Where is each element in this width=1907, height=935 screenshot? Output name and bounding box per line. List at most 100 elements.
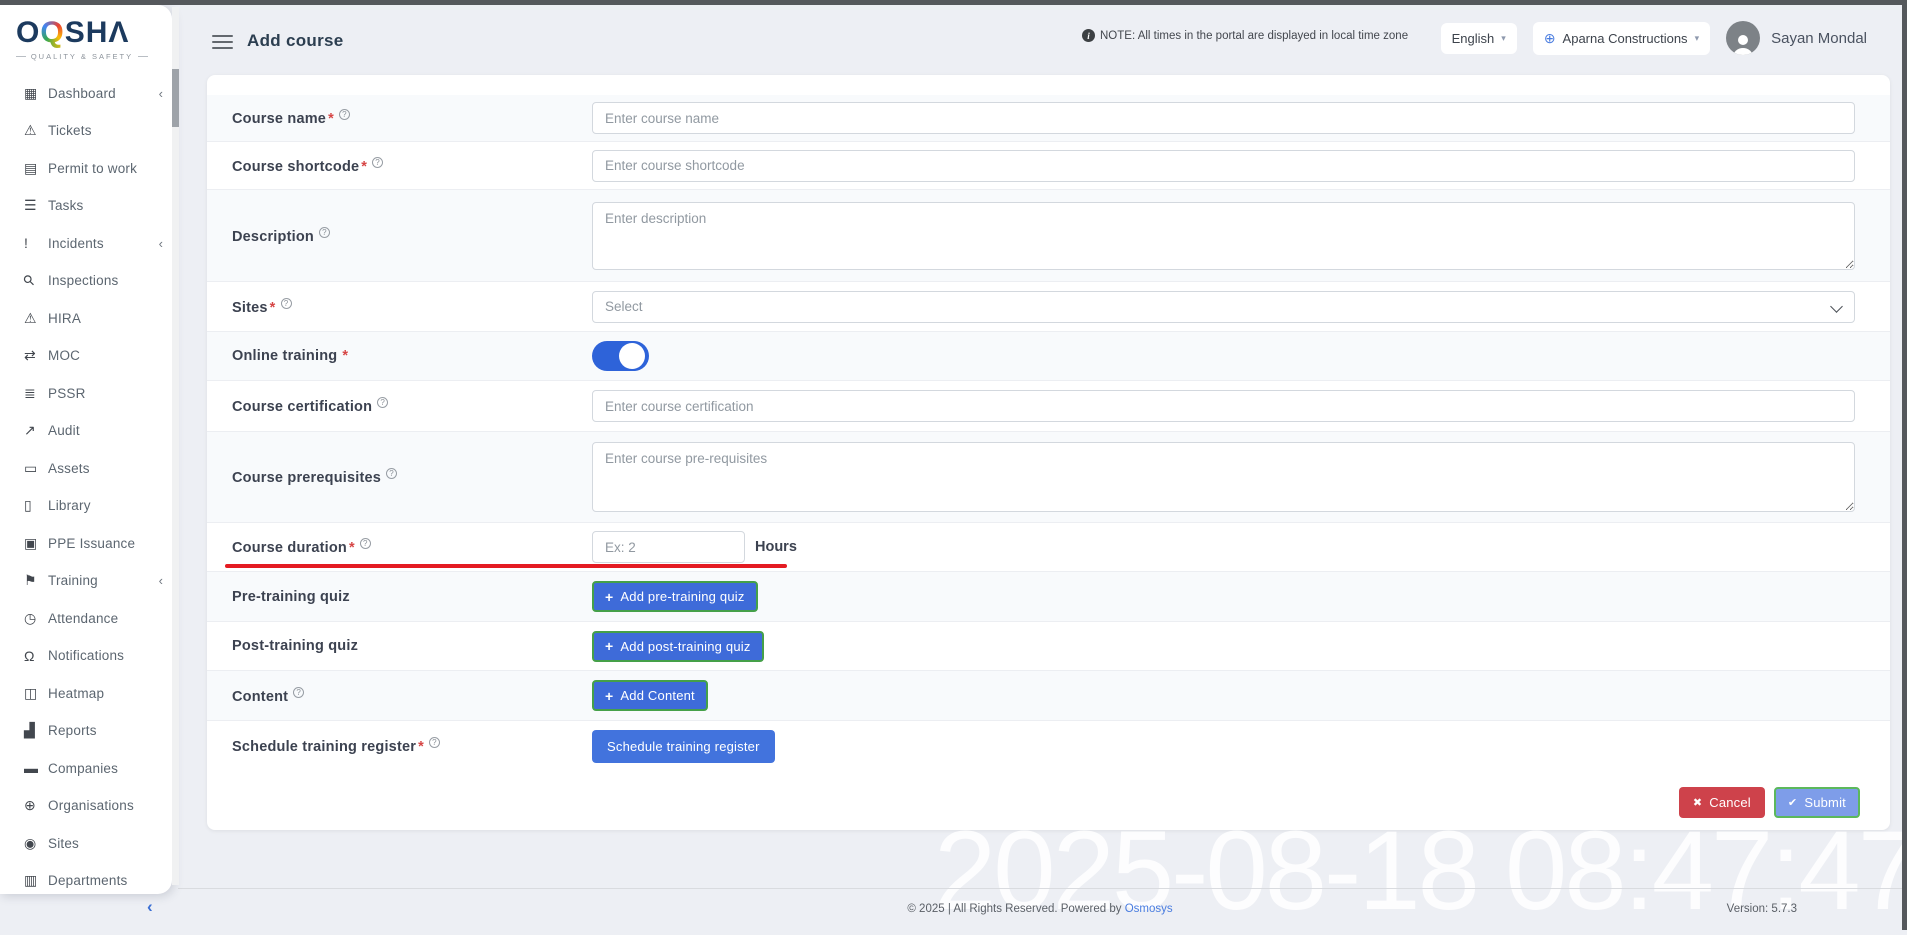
sites-select-value[interactable] (592, 291, 1855, 323)
sidebar-item[interactable]: ▬ Companies (0, 750, 172, 788)
help-icon[interactable]: ? (377, 397, 388, 408)
sidebar-item[interactable]: ◷ Attendance (0, 600, 172, 638)
sidebar-item-label: Organisations (48, 798, 134, 813)
sidebar-item-icon: ⚲ (24, 272, 48, 289)
course-duration-input[interactable] (592, 531, 745, 563)
sidebar-item[interactable]: ◫ Heatmap (0, 675, 172, 713)
organisation-dropdown[interactable]: ⊕ Aparna Constructions ▾ (1533, 22, 1710, 55)
version-label: Version: 5.7.3 (1727, 903, 1797, 915)
field-label: Course name*? (232, 109, 592, 127)
sidebar-item-label: Dashboard (48, 86, 116, 101)
help-icon[interactable]: ? (429, 737, 440, 748)
add-pre-training-quiz-button[interactable]: +Add pre-training quiz (592, 581, 758, 612)
form-row-course-shortcode: Course shortcode*? (207, 142, 1890, 190)
help-icon[interactable]: ? (339, 109, 350, 120)
sidebar-item[interactable]: ⚑ Training ‹ (0, 562, 172, 600)
sidebar-item-icon: ▟ (24, 722, 48, 739)
sidebar-item-icon: Ω (24, 648, 48, 664)
required-asterisk: * (270, 300, 276, 316)
form-row-pre-training-quiz: Pre-training quiz +Add pre-training quiz (207, 572, 1890, 622)
sidebar-item[interactable]: ⇄ MOC (0, 337, 172, 375)
sidebar-item-icon: ▯ (24, 497, 48, 514)
top-border-strip (0, 0, 1907, 5)
sidebar-item[interactable]: ≣ PSSR (0, 375, 172, 413)
sidebar-item-icon: ▤ (24, 160, 48, 177)
course-certification-input[interactable] (592, 390, 1855, 422)
form-row-course-name: Course name*? (207, 95, 1890, 142)
cancel-button[interactable]: ✖Cancel (1679, 787, 1765, 818)
language-dropdown[interactable]: English ▾ (1441, 23, 1517, 54)
sidebar-item[interactable]: ◉ Sites (0, 825, 172, 863)
globe-icon: ⊕ (1544, 30, 1556, 47)
online-training-toggle[interactable] (592, 341, 649, 371)
field-label: Content? (232, 687, 592, 705)
sidebar-item[interactable]: ▯ Library (0, 487, 172, 525)
sidebar-scrollbar-track[interactable] (172, 7, 179, 885)
sidebar-scrollbar-thumb[interactable] (172, 69, 179, 127)
hamburger-menu-icon[interactable] (212, 31, 233, 53)
sidebar-item[interactable]: ⚠ Tickets (0, 112, 172, 150)
field-label: Pre-training quiz (232, 589, 592, 605)
sidebar-item-icon: ↗ (24, 422, 48, 439)
sidebar-item[interactable]: Ω Notifications (0, 637, 172, 675)
info-icon: i (1082, 29, 1095, 42)
sidebar-item-icon: ☰ (24, 197, 48, 214)
form-row-post-training-quiz: Post-training quiz +Add post-training qu… (207, 622, 1890, 671)
field-label: Description? (232, 227, 592, 245)
submit-button[interactable]: ✔Submit (1774, 787, 1860, 818)
field-label: Online training* (232, 348, 592, 364)
course-prerequisites-textarea[interactable] (592, 442, 1855, 512)
sidebar-item-label: Library (48, 498, 91, 513)
form-row-sites: Sites*? (207, 282, 1890, 332)
description-textarea[interactable] (592, 202, 1855, 270)
sidebar-item-icon: ◫ (24, 685, 48, 702)
osmosys-link[interactable]: Osmosys (1125, 903, 1173, 915)
sidebar-item[interactable]: ☰ Tasks (0, 187, 172, 225)
sidebar-item-label: Audit (48, 423, 80, 438)
footer-copyright: © 2025 | All Rights Reserved. Powered by… (178, 903, 1902, 915)
sidebar-item[interactable]: ⊕ Organisations (0, 787, 172, 825)
sidebar-item[interactable]: ▣ PPE Issuance (0, 525, 172, 563)
field-label: Schedule training register*? (232, 737, 592, 755)
sidebar-item[interactable]: ▥ Departments (0, 862, 172, 900)
course-shortcode-input[interactable] (592, 150, 1855, 182)
add-course-form-card: Course name*? Course shortcode*? Descrip… (207, 75, 1890, 830)
form-row-course-duration: Course duration*? Hours (207, 523, 1890, 572)
sidebar-item[interactable]: ⚲ Inspections (0, 262, 172, 300)
sidebar-item[interactable]: ▟ Reports (0, 712, 172, 750)
sidebar-item-label: PSSR (48, 386, 86, 401)
help-icon[interactable]: ? (386, 468, 397, 479)
form-row-content: Content? +Add Content (207, 671, 1890, 721)
sidebar-item[interactable]: ▭ Assets (0, 450, 172, 488)
logo-text: OQSHΛ (16, 17, 172, 49)
help-icon[interactable]: ? (360, 538, 371, 549)
sidebar-item[interactable]: ↗ Audit (0, 412, 172, 450)
add-content-button[interactable]: +Add Content (592, 680, 708, 711)
sidebar-item[interactable]: ! Incidents ‹ (0, 225, 172, 263)
help-icon[interactable]: ? (281, 298, 292, 309)
help-icon[interactable]: ? (319, 227, 330, 238)
chevron-left-icon: ‹ (159, 86, 163, 101)
sidebar-item[interactable]: ⚠ HIRA (0, 300, 172, 338)
form-row-online-training: Online training* (207, 332, 1890, 381)
field-label: Course certification? (232, 397, 592, 415)
sidebar-item-label: Companies (48, 761, 118, 776)
sidebar-item[interactable]: ▤ Permit to work (0, 150, 172, 188)
sidebar-item-icon: ⇄ (24, 347, 48, 364)
schedule-training-register-button[interactable]: Schedule training register (592, 730, 775, 763)
sidebar-item[interactable]: ▦ Dashboard ‹ (0, 75, 172, 113)
help-icon[interactable]: ? (372, 157, 383, 168)
add-post-training-quiz-button[interactable]: +Add post-training quiz (592, 631, 764, 662)
sidebar-item-label: Departments (48, 873, 127, 888)
course-name-input[interactable] (592, 102, 1855, 134)
form-row-course-certification: Course certification? (207, 381, 1890, 432)
sidebar-item-icon: ▣ (24, 535, 48, 552)
help-icon[interactable]: ? (293, 687, 304, 698)
required-asterisk: * (349, 540, 355, 556)
sidebar-item-label: Inspections (48, 273, 119, 288)
sites-select[interactable] (592, 291, 1855, 323)
sidebar-collapse-button[interactable]: ‹ (147, 897, 153, 917)
page-scrollbar-rail[interactable] (1902, 0, 1907, 930)
sidebar-menu: ▦ Dashboard ‹ ⚠ Tickets ▤ Permit to work… (0, 75, 172, 900)
user-menu[interactable]: Sayan Mondal (1726, 21, 1867, 55)
